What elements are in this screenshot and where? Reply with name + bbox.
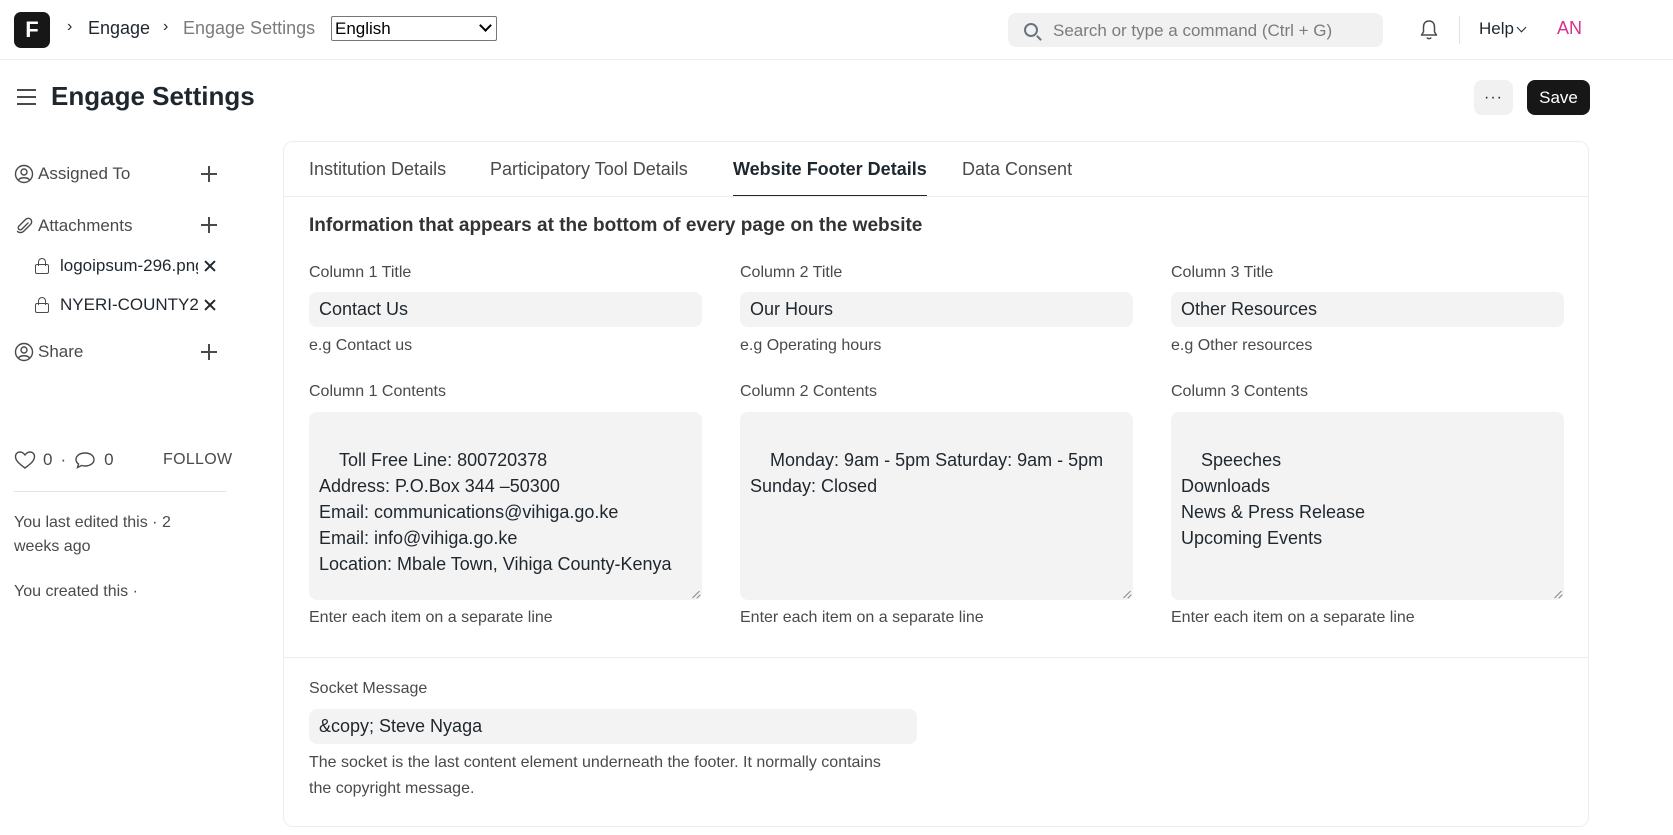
- remove-attachment-icon[interactable]: [204, 299, 216, 311]
- column-2-contents-value: Monday: 9am - 5pm Saturday: 9am - 5pm Su…: [750, 450, 1109, 496]
- more-actions-button[interactable]: ···: [1474, 80, 1513, 115]
- column-3-contents-label: Column 3 Contents: [1171, 383, 1308, 400]
- tab-participatory-tool-details[interactable]: Participatory Tool Details: [490, 159, 688, 196]
- likes-comments: 0 · 0: [14, 450, 114, 470]
- sidebar-label: Attachments: [38, 216, 133, 235]
- column-1-title-input[interactable]: Contact Us: [309, 292, 702, 327]
- sidebar-attachments: Attachments: [14, 214, 133, 238]
- language-select-value: English: [335, 18, 391, 38]
- sidebar-assigned-to[interactable]: Assigned To: [14, 162, 130, 186]
- column-2-contents-textarea[interactable]: Monday: 9am - 5pm Saturday: 9am - 5pm Su…: [740, 412, 1133, 600]
- sidebar-toggle-icon[interactable]: [17, 88, 37, 106]
- socket-message-label: Socket Message: [309, 680, 428, 697]
- tab-bar: Institution Details Participatory Tool D…: [284, 142, 1588, 197]
- column-3-contents-hint: Enter each item on a separate line: [1171, 609, 1415, 626]
- created-text: You created this ·: [14, 583, 138, 600]
- socket-message-input[interactable]: &copy; Steve Nyaga: [309, 709, 917, 744]
- socket-message-hint: The socket is the last content element u…: [309, 754, 881, 797]
- column-3-title-input[interactable]: Other Resources: [1171, 292, 1564, 327]
- sidebar-label: Assigned To: [38, 164, 131, 183]
- bell-icon[interactable]: [1420, 19, 1438, 41]
- section-divider: [284, 657, 1588, 658]
- column-1-contents-hint: Enter each item on a separate line: [309, 609, 553, 626]
- lock-icon: [34, 258, 50, 274]
- column-2-contents-hint: Enter each item on a separate line: [740, 609, 984, 626]
- attachment-name[interactable]: NYERI-COUNTY2.png: [60, 295, 198, 315]
- column-1-contents-textarea[interactable]: Toll Free Line: 800720378 Address: P.O.B…: [309, 412, 702, 600]
- comment-icon[interactable]: [74, 450, 96, 470]
- chevron-right-icon: ›: [163, 18, 169, 35]
- comments-count: 0: [104, 450, 114, 469]
- save-button[interactable]: Save: [1527, 80, 1590, 115]
- column-3-contents-textarea[interactable]: Speeches Downloads News & Press Release …: [1171, 412, 1564, 600]
- resize-handle-icon[interactable]: [1123, 590, 1131, 598]
- search-input[interactable]: Search or type a command (Ctrl + G): [1053, 21, 1332, 41]
- attachment-item[interactable]: logoipsum-296.png: [34, 254, 198, 278]
- column-1-title-label: Column 1 Title: [309, 264, 412, 281]
- attachment-item[interactable]: NYERI-COUNTY2.png: [34, 293, 198, 317]
- add-share-icon[interactable]: [201, 344, 217, 360]
- column-2-title-label: Column 2 Title: [740, 264, 843, 281]
- tab-institution-details[interactable]: Institution Details: [309, 159, 446, 196]
- last-edited-text: You last edited this · 2 weeks ago: [14, 514, 171, 555]
- add-attachment-icon[interactable]: [201, 217, 217, 233]
- column-2-contents-label: Column 2 Contents: [740, 383, 877, 400]
- separator-dot: ·: [60, 450, 67, 469]
- chevron-right-icon: ›: [67, 18, 73, 35]
- avatar[interactable]: AN: [1557, 18, 1582, 39]
- likes-count: 0: [43, 450, 53, 469]
- column-3-title-label: Column 3 Title: [1171, 264, 1274, 281]
- resize-handle-icon[interactable]: [692, 590, 700, 598]
- sidebar-label: Share: [38, 342, 84, 361]
- tab-website-footer-details[interactable]: Website Footer Details: [733, 159, 927, 196]
- search-bar[interactable]: Search or type a command (Ctrl + G): [1008, 13, 1383, 47]
- form-card: Institution Details Participatory Tool D…: [283, 141, 1589, 827]
- column-3-title-hint: e.g Other resources: [1171, 337, 1313, 354]
- follow-button[interactable]: FOLLOW: [163, 451, 232, 469]
- share-user-icon: [14, 342, 34, 362]
- breadcrumb-engage[interactable]: Engage: [88, 18, 150, 39]
- column-1-title-hint: e.g Contact us: [309, 337, 413, 354]
- tab-data-consent[interactable]: Data Consent: [962, 159, 1072, 196]
- column-3-contents-value: Speeches Downloads News & Press Release …: [1181, 450, 1366, 548]
- language-select[interactable]: English: [331, 16, 497, 41]
- user-assign-icon: [14, 164, 34, 184]
- add-assignee-icon[interactable]: [201, 166, 217, 182]
- chevron-down-icon: [479, 19, 492, 32]
- search-icon: [1024, 23, 1038, 37]
- nav-divider: [1459, 16, 1460, 44]
- column-1-contents-label: Column 1 Contents: [309, 383, 446, 400]
- help-menu[interactable]: Help: [1479, 19, 1514, 39]
- column-1-contents-value: Toll Free Line: 800720378 Address: P.O.B…: [319, 450, 672, 574]
- paperclip-icon: [16, 217, 33, 234]
- app-logo[interactable]: F: [14, 12, 50, 48]
- top-navbar: F › Engage › Engage Settings English Sea…: [0, 0, 1673, 60]
- page-title: Engage Settings: [51, 81, 255, 111]
- resize-handle-icon[interactable]: [1554, 590, 1562, 598]
- heart-icon[interactable]: [14, 450, 36, 470]
- lock-icon: [34, 297, 50, 313]
- column-2-title-hint: e.g Operating hours: [740, 337, 882, 354]
- sidebar-divider: [14, 491, 226, 492]
- attachment-name[interactable]: logoipsum-296.png: [60, 256, 198, 276]
- section-heading: Information that appears at the bottom o…: [309, 215, 923, 236]
- sidebar-share[interactable]: Share: [14, 340, 83, 364]
- breadcrumb-engage-settings[interactable]: Engage Settings: [183, 18, 315, 39]
- chevron-down-icon: [1516, 22, 1527, 33]
- column-2-title-input[interactable]: Our Hours: [740, 292, 1133, 327]
- remove-attachment-icon[interactable]: [204, 260, 216, 272]
